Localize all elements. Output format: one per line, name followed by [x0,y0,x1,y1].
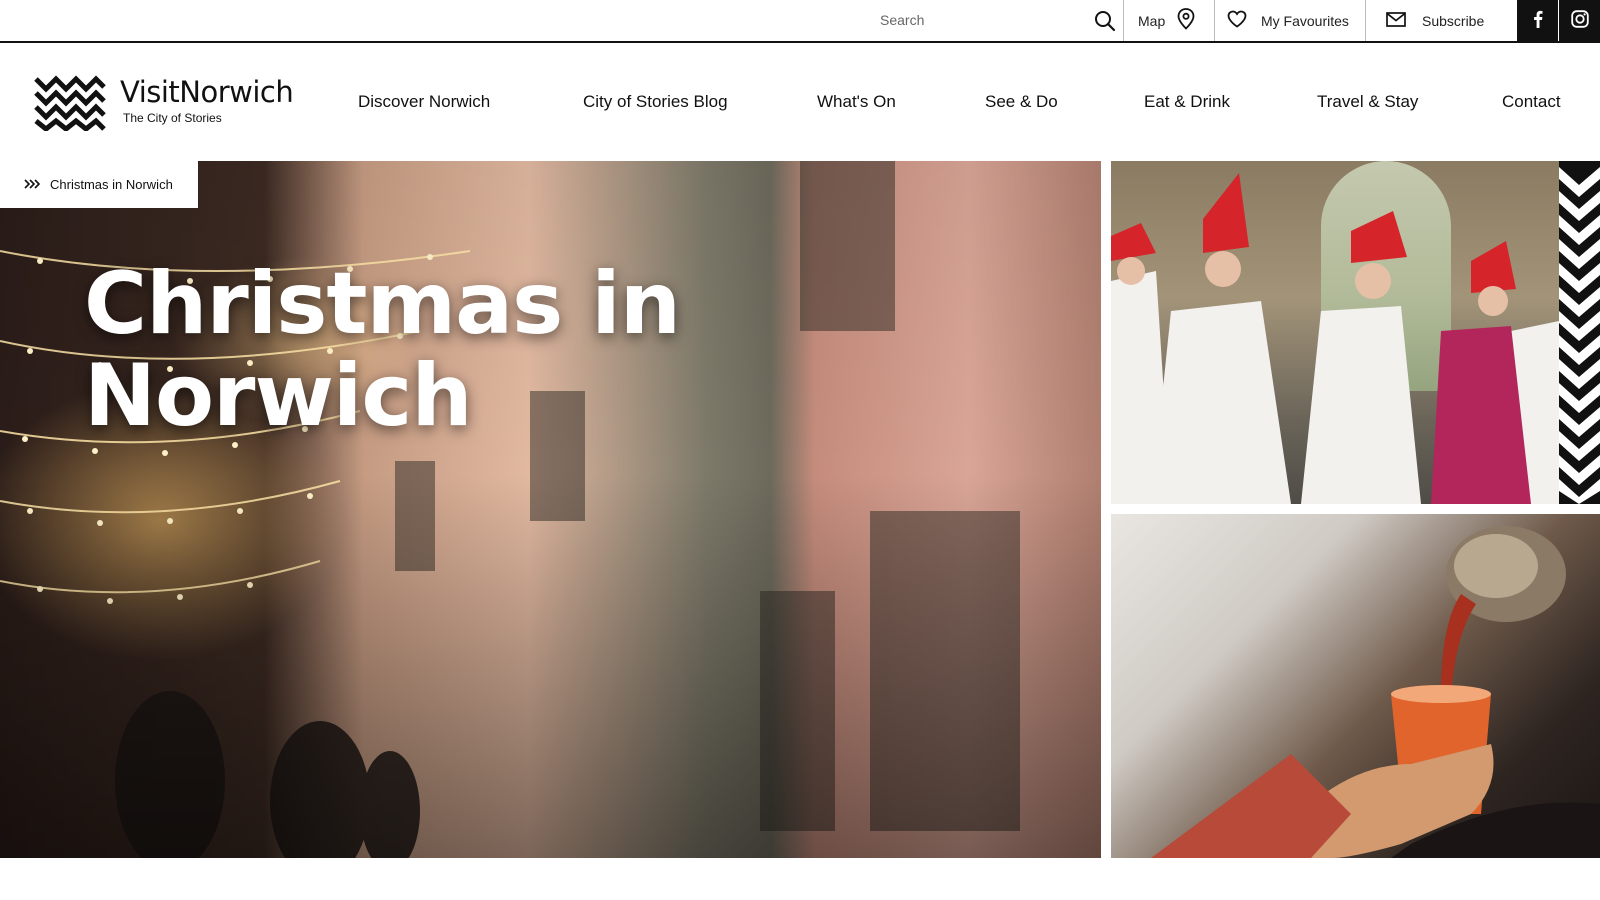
heart-icon [1227,10,1247,31]
utility-bar: Map My Favourites Subscribe [0,0,1600,43]
facebook-icon [1533,10,1543,33]
nav-discover-norwich[interactable]: Discover Norwich [358,92,490,112]
main-nav: Discover Norwich City of Stories Blog Wh… [0,43,1600,161]
hero-image-choristers [1111,161,1559,504]
nav-see-and-do[interactable]: See & Do [985,92,1058,112]
breadcrumb[interactable]: Christmas in Norwich [0,161,198,208]
nav-contact[interactable]: Contact [1502,92,1561,112]
nav-travel-and-stay[interactable]: Travel & Stay [1317,92,1418,112]
search-icon[interactable] [1092,8,1118,34]
map-pin-icon [1177,8,1195,33]
map-link[interactable]: Map [1124,0,1215,41]
nav-eat-and-drink[interactable]: Eat & Drink [1144,92,1230,112]
page-title: Christmas in Norwich [84,254,681,446]
mulled-drink-graphic [1151,526,1600,858]
map-label: Map [1138,12,1166,29]
instagram-link[interactable] [1559,0,1600,42]
breadcrumb-current: Christmas in Norwich [50,177,173,192]
main-header: VisitNorwich The City of Stories Discove… [0,43,1600,161]
choristers-graphic [1111,173,1559,504]
search-box [870,0,1124,41]
facebook-link[interactable] [1517,0,1558,42]
envelope-icon [1386,11,1406,30]
nav-whats-on[interactable]: What's On [817,92,896,112]
subscribe-link[interactable]: Subscribe [1366,0,1516,41]
subscribe-label: Subscribe [1422,12,1485,29]
search-input[interactable] [880,9,1080,31]
hero-image-mulled-drink [1111,514,1600,858]
decorative-chevron-strip [1559,161,1600,504]
my-favourites-label: My Favourites [1261,12,1349,29]
nav-city-of-stories-blog[interactable]: City of Stories Blog [583,92,728,112]
instagram-icon [1570,9,1589,33]
breadcrumb-chevron-icon [24,176,41,194]
my-favourites-link[interactable]: My Favourites [1215,0,1366,41]
